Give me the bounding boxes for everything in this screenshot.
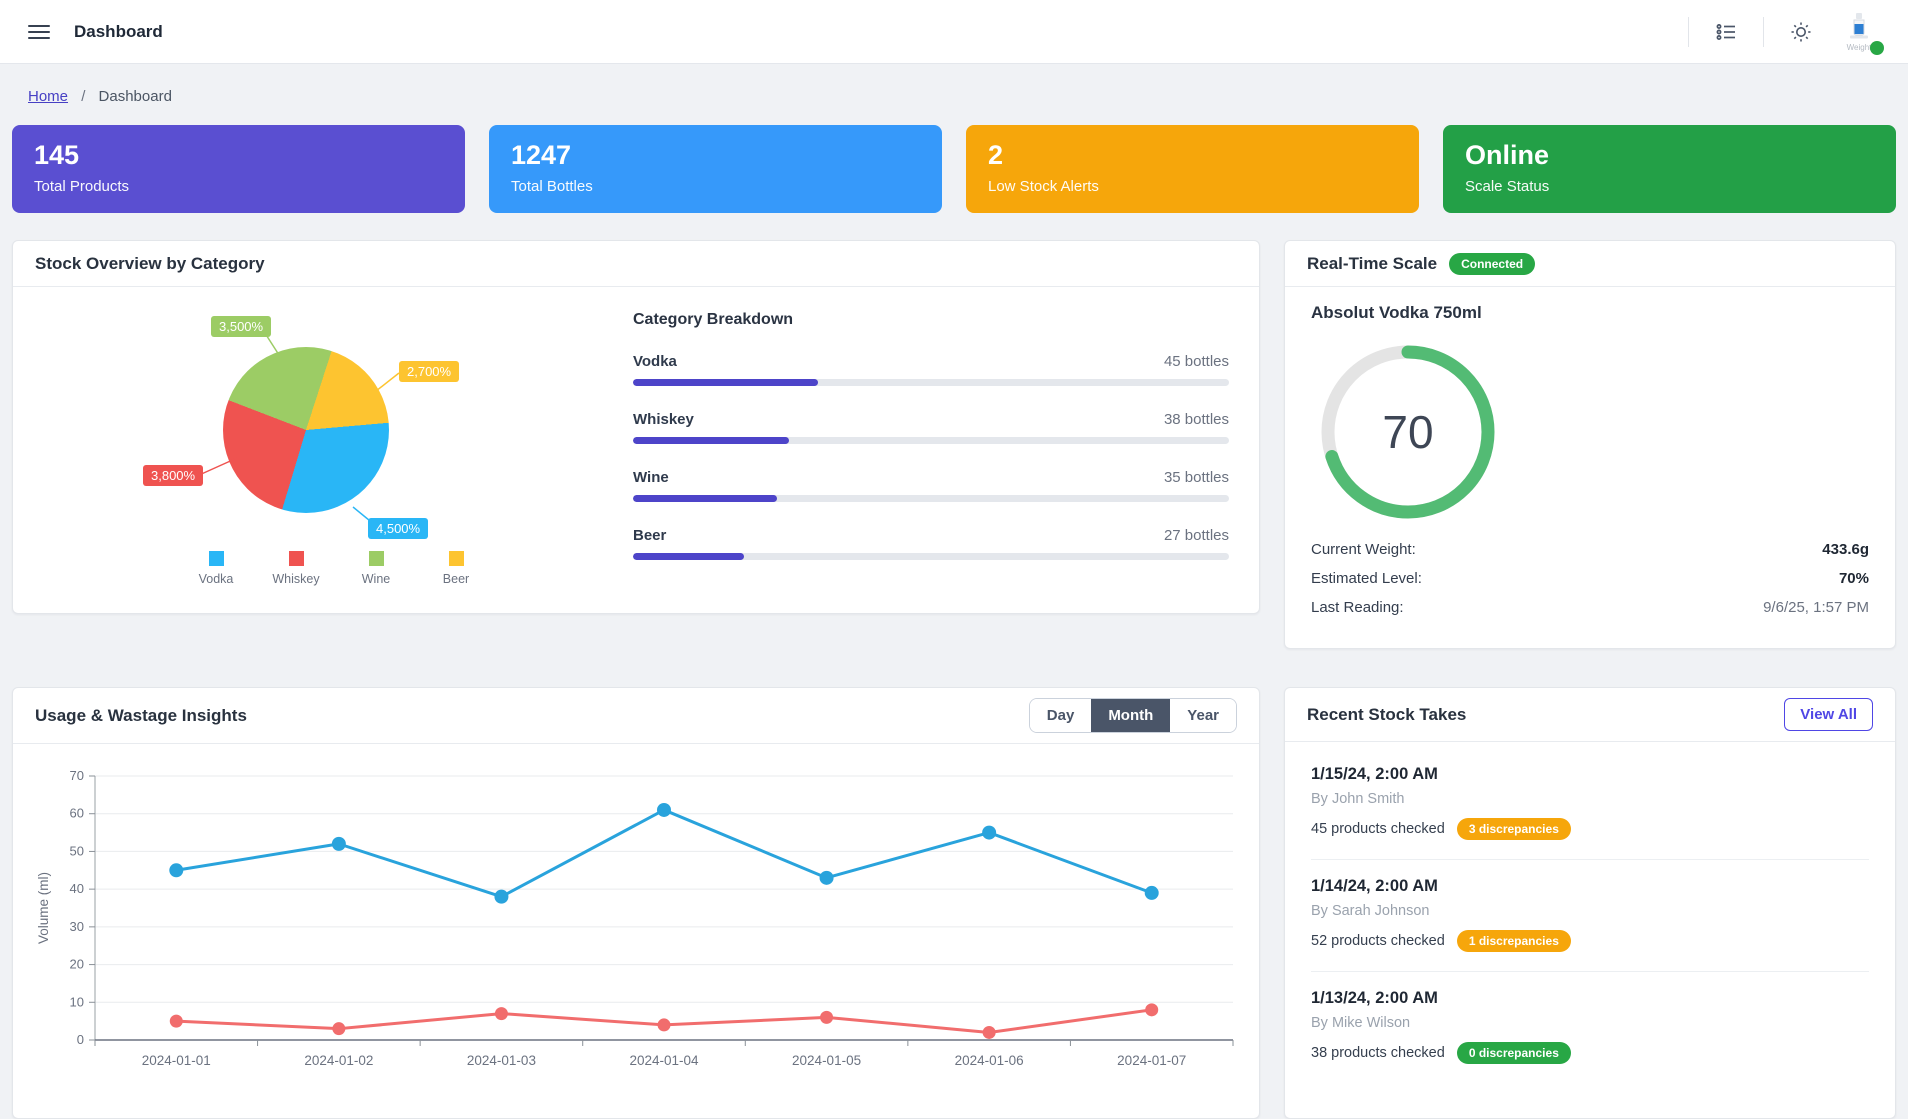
recent-stock-takes-panel: Recent Stock Takes View All 1/15/24, 2:0… xyxy=(1284,687,1896,1119)
connected-badge: Connected xyxy=(1449,253,1535,275)
stat-label: Low Stock Alerts xyxy=(988,178,1397,195)
stat-card-total-products: 145 Total Products xyxy=(12,125,465,213)
panel-title: Recent Stock Takes xyxy=(1307,705,1466,725)
discrepancies-badge: 0 discrepancies xyxy=(1457,1042,1571,1064)
legend-swatch xyxy=(209,551,224,566)
legend-item-beer[interactable]: Beer xyxy=(429,551,483,586)
svg-text:10: 10 xyxy=(70,994,84,1009)
breakdown-title: Category Breakdown xyxy=(633,311,1229,329)
discrepancies-badge: 3 discrepancies xyxy=(1457,818,1571,840)
stat-card-low-stock-alerts: 2 Low Stock Alerts xyxy=(966,125,1419,213)
svg-text:2024-01-05: 2024-01-05 xyxy=(792,1053,861,1068)
scale-info-row: Last Reading: 9/6/25, 1:57 PM xyxy=(1311,599,1869,616)
stat-value: Online xyxy=(1465,141,1874,171)
view-all-button[interactable]: View All xyxy=(1784,698,1873,731)
stat-value: 2 xyxy=(988,141,1397,171)
level-gauge: 70 xyxy=(1313,337,1503,527)
svg-text:0: 0 xyxy=(77,1032,84,1047)
stock-take-item: 1/15/24, 2:00 AM By John Smith 45 produc… xyxy=(1311,748,1869,860)
page-title: Dashboard xyxy=(74,22,163,42)
legend-item-wine[interactable]: Wine xyxy=(349,551,403,586)
pie-legend: Vodka Whiskey Wine Beer xyxy=(189,551,483,586)
breadcrumb-current: Dashboard xyxy=(99,88,172,105)
range-toggle-year[interactable]: Year xyxy=(1170,699,1236,732)
svg-text:2024-01-06: 2024-01-06 xyxy=(955,1053,1024,1068)
scale-product-name: Absolut Vodka 750ml xyxy=(1311,303,1869,323)
usage-line-chart[interactable]: 0 10 20 30 40 50 60 70 2024-01-01 2024-01-02 2024-… xyxy=(31,764,1241,1095)
panel-title: Usage & Wastage Insights xyxy=(35,706,247,726)
dashboard-page: Dashboard xyxy=(0,0,1908,1119)
online-status-dot xyxy=(1870,41,1884,55)
svg-text:2024-01-04: 2024-01-04 xyxy=(629,1053,699,1068)
svg-text:2024-01-01: 2024-01-01 xyxy=(142,1053,211,1068)
legend-swatch xyxy=(289,551,304,566)
svg-text:2024-01-02: 2024-01-02 xyxy=(304,1053,373,1068)
bottle-scale-icon xyxy=(1847,27,1871,44)
stock-take-item: 1/13/24, 2:00 AM By Mike Wilson 38 produ… xyxy=(1311,972,1869,1083)
breakdown-row: Whiskey 38 bottles xyxy=(633,411,1229,444)
stat-value: 1247 xyxy=(511,141,920,171)
gauge-value: 70 xyxy=(1313,337,1503,527)
discrepancies-badge: 1 discrepancies xyxy=(1457,930,1571,952)
svg-text:20: 20 xyxy=(70,957,84,972)
panel-title: Stock Overview by Category xyxy=(35,254,265,274)
breakdown-row: Wine 35 bottles xyxy=(633,469,1229,502)
stat-value: 145 xyxy=(34,141,443,171)
app-header: Dashboard xyxy=(0,0,1908,64)
stat-label: Scale Status xyxy=(1465,178,1874,195)
pie-slice-label: 4,500% xyxy=(368,518,428,539)
stat-card-scale-status: Online Scale Status xyxy=(1443,125,1896,213)
breadcrumb-home-link[interactable]: Home xyxy=(28,88,68,105)
svg-text:50: 50 xyxy=(70,843,84,858)
stock-take-item: 1/14/24, 2:00 AM By Sarah Johnson 52 pro… xyxy=(1311,860,1869,972)
pie-slice-label: 3,800% xyxy=(143,465,203,486)
panel-title: Real-Time Scale xyxy=(1307,254,1437,274)
header-divider xyxy=(1688,17,1689,47)
realtime-scale-panel: Real-Time Scale Connected Absolut Vodka … xyxy=(1284,240,1896,649)
usage-wastage-panel: Usage & Wastage Insights Day Month Year … xyxy=(12,687,1260,1119)
menu-toggle-icon[interactable] xyxy=(28,25,50,39)
pie-slice-label: 2,700% xyxy=(399,361,459,382)
legend-swatch xyxy=(449,551,464,566)
sun-icon[interactable] xyxy=(1788,19,1814,45)
svg-text:Volume (ml): Volume (ml) xyxy=(36,872,51,944)
progress-bar xyxy=(633,553,1229,560)
stat-label: Total Bottles xyxy=(511,178,920,195)
current-weight-value: 433.6g xyxy=(1822,541,1869,558)
legend-item-vodka[interactable]: Vodka xyxy=(189,551,243,586)
pie-slice-label: 3,500% xyxy=(211,316,271,337)
stock-overview-panel: Stock Overview by Category 4,500% 3,800%… xyxy=(12,240,1260,614)
svg-text:60: 60 xyxy=(70,806,84,821)
category-breakdown: Category Breakdown Vodka 45 bottles Whis… xyxy=(597,299,1231,599)
svg-text:70: 70 xyxy=(70,768,84,783)
breakdown-row: Beer 27 bottles xyxy=(633,527,1229,560)
legend-item-whiskey[interactable]: Whiskey xyxy=(269,551,323,586)
progress-bar xyxy=(633,437,1229,444)
range-toggle-day[interactable]: Day xyxy=(1030,699,1092,732)
scale-status-widget[interactable]: Weight xyxy=(1838,12,1880,52)
legend-swatch xyxy=(369,551,384,566)
range-toggle-group: Day Month Year xyxy=(1029,698,1237,733)
svg-text:2024-01-07: 2024-01-07 xyxy=(1117,1053,1186,1068)
scale-info-row: Estimated Level: 70% xyxy=(1311,570,1869,587)
svg-text:40: 40 xyxy=(70,881,84,896)
stat-cards-row: 145 Total Products 1247 Total Bottles 2 … xyxy=(12,125,1896,213)
breakdown-row: Vodka 45 bottles xyxy=(633,353,1229,386)
range-toggle-month[interactable]: Month xyxy=(1091,699,1170,732)
breadcrumb: Home / Dashboard xyxy=(0,64,1908,105)
svg-text:30: 30 xyxy=(70,919,84,934)
main-grid: Stock Overview by Category 4,500% 3,800%… xyxy=(12,240,1896,1119)
header-divider xyxy=(1763,17,1764,47)
breadcrumb-separator: / xyxy=(81,88,85,105)
estimated-level-value: 70% xyxy=(1839,570,1869,587)
stat-card-total-bottles: 1247 Total Bottles xyxy=(489,125,942,213)
category-pie-chart[interactable]: 4,500% 3,800% 3,500% 2,700% Vodka Whiske… xyxy=(41,299,597,599)
progress-bar xyxy=(633,379,1229,386)
last-reading-value: 9/6/25, 1:57 PM xyxy=(1763,599,1869,616)
list-icon[interactable] xyxy=(1713,19,1739,45)
svg-text:2024-01-03: 2024-01-03 xyxy=(467,1053,536,1068)
progress-bar xyxy=(633,495,1229,502)
stat-label: Total Products xyxy=(34,178,443,195)
scale-info-row: Current Weight: 433.6g xyxy=(1311,541,1869,558)
